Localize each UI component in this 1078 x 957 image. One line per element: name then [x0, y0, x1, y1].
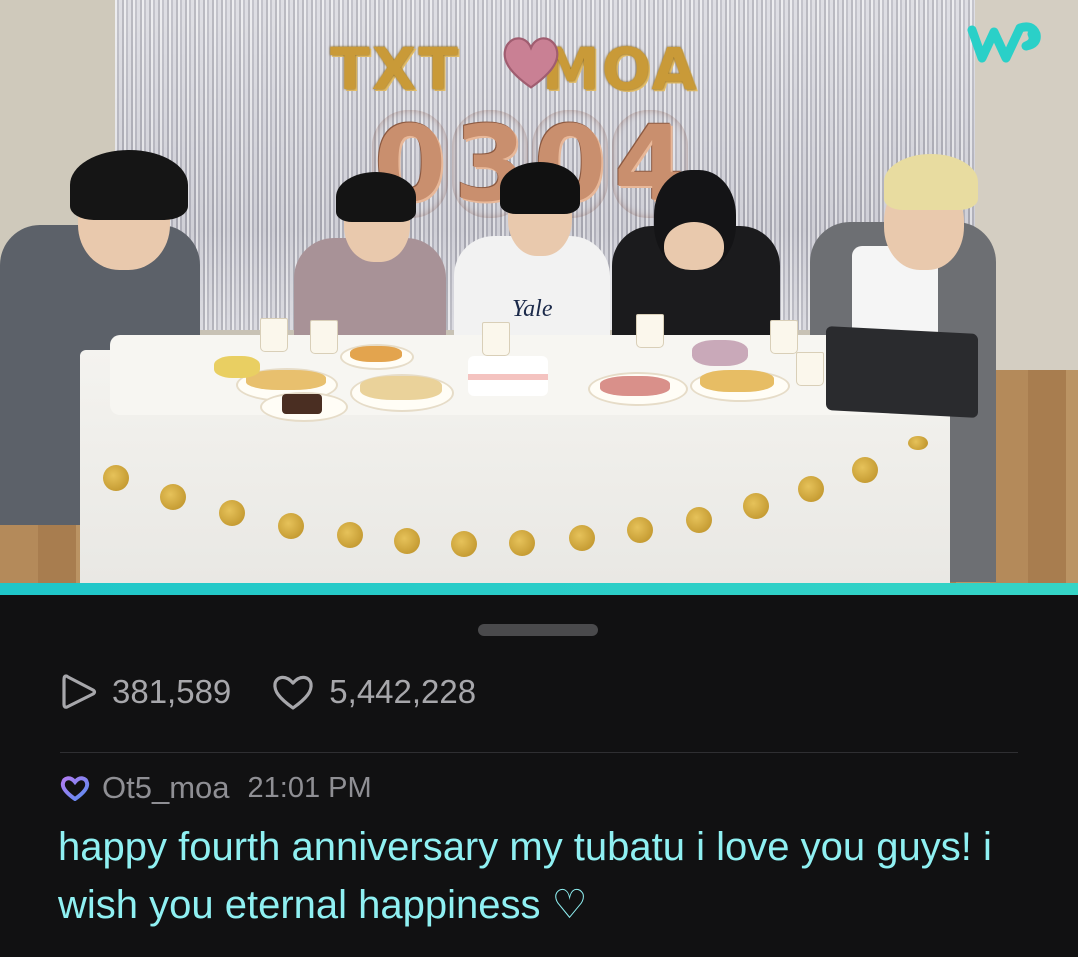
balloon-letters-txt: TXT [330, 35, 460, 103]
chips [700, 370, 774, 392]
comment-timestamp: 21:01 PM [247, 771, 372, 804]
strawberry-cake [468, 356, 548, 396]
tablet [826, 326, 978, 418]
stats-row: 381,589 5,442,228 [60, 668, 516, 716]
cup [310, 320, 338, 354]
comment-header: Ot5_moa 21:01 PM [60, 766, 372, 810]
balloon-letters-moa: MOA [541, 35, 699, 103]
fruit [214, 356, 260, 378]
heart-balloon-icon [503, 37, 559, 89]
garland-dot [627, 517, 653, 543]
garland-dot [509, 530, 535, 556]
garland-dot [798, 476, 824, 502]
cup [770, 320, 798, 354]
macarons [692, 340, 748, 366]
garland-dot [278, 513, 304, 539]
sheet-drag-handle[interactable] [478, 624, 598, 636]
garland-dot [160, 484, 186, 510]
garland-dot [852, 457, 878, 483]
views-stat: 381,589 [60, 672, 231, 712]
views-count: 381,589 [112, 673, 232, 710]
likes-stat[interactable]: 5,442,228 [271, 672, 476, 712]
comment-text: happy fourth anniversary my tubatu i lov… [58, 825, 992, 927]
garland-dot [569, 525, 595, 551]
cup [260, 318, 288, 352]
likes-count: 5,442,228 [329, 673, 477, 710]
cup [482, 322, 510, 356]
garland-dot [451, 531, 477, 557]
garland-dot [908, 436, 928, 450]
fries [350, 346, 402, 362]
sausages [600, 376, 670, 396]
garland-dot [103, 465, 129, 491]
cup [636, 314, 664, 348]
video-progress-bar[interactable] [0, 583, 1078, 595]
chocolate-cake [282, 394, 322, 414]
shirt-logo: Yale [512, 296, 553, 322]
play-icon [62, 674, 97, 709]
membership-heart-icon [60, 776, 90, 801]
cup [796, 352, 824, 386]
garland-dot [686, 507, 712, 533]
divider [60, 752, 1018, 753]
comment-username[interactable]: Ot5_moa [102, 770, 230, 806]
garland-dot [337, 522, 363, 548]
garland-dot [219, 500, 245, 526]
chips [360, 376, 442, 400]
video-player[interactable]: TXT MOA 0 3 0 4 Yale [0, 0, 1078, 583]
weverse-logo-icon[interactable] [966, 18, 1044, 68]
heart-icon[interactable] [271, 672, 315, 712]
garland-dot [394, 528, 420, 554]
garland-dot [743, 493, 769, 519]
